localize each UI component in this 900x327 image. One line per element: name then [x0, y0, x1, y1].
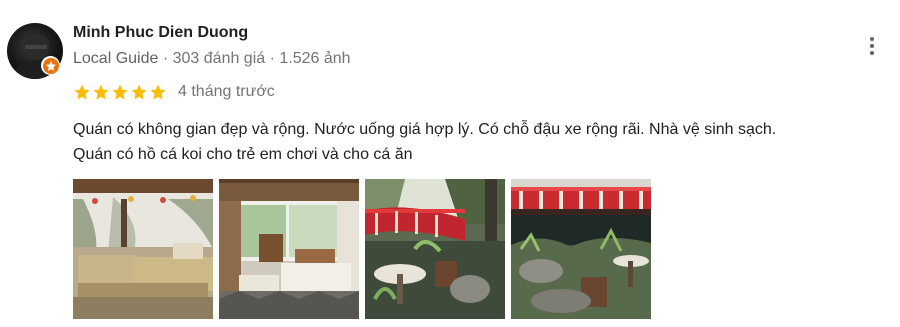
review-photo-4[interactable]: [511, 179, 651, 319]
review-count: 303 đánh giá: [172, 50, 266, 67]
local-guide-star-icon: [45, 60, 56, 71]
koi-pond-photo: [511, 179, 651, 319]
cafe-seating-photo: [219, 179, 359, 319]
star-rating: [73, 83, 167, 101]
more-vert-icon: [870, 37, 874, 41]
star-icon: [131, 84, 147, 100]
review-photo-3[interactable]: [365, 179, 505, 319]
photo-count: 1.526 ảnh: [279, 50, 351, 67]
cafe-interior-photo: [73, 179, 213, 319]
review-photo-2[interactable]: [219, 179, 359, 319]
review-photos: [73, 179, 651, 319]
star-icon: [112, 84, 128, 100]
star-icon: [150, 84, 166, 100]
star-icon: [93, 84, 109, 100]
more-vert-icon-dot: [870, 51, 874, 55]
reviewer-name[interactable]: Minh Phuc Dien Duong: [73, 22, 248, 44]
local-guide-label: Local Guide: [73, 50, 159, 67]
review-text-line: Quán có hồ cá koi cho trẻ em chơi và cho…: [73, 146, 413, 163]
rating-row: 4 tháng trước: [73, 81, 275, 103]
review-time: 4 tháng trước: [178, 83, 275, 100]
review-photo-1[interactable]: [73, 179, 213, 319]
local-guide-badge: [41, 56, 60, 75]
review-text-line: Quán có không gian đẹp và rộng. Nước uốn…: [73, 121, 777, 138]
more-options-button[interactable]: [860, 32, 884, 60]
reviewer-meta: Local Guide · 303 đánh giá · 1.526 ảnh: [73, 48, 351, 70]
meta-separator: ·: [269, 50, 275, 67]
meta-separator: ·: [162, 50, 169, 67]
garden-bridge-photo: [365, 179, 505, 319]
more-vert-icon-dot: [870, 44, 874, 48]
review-card: Minh Phuc Dien Duong Local Guide · 303 đ…: [0, 0, 900, 327]
review-text: Quán có không gian đẹp và rộng. Nước uốn…: [73, 117, 888, 167]
star-icon: [74, 84, 90, 100]
